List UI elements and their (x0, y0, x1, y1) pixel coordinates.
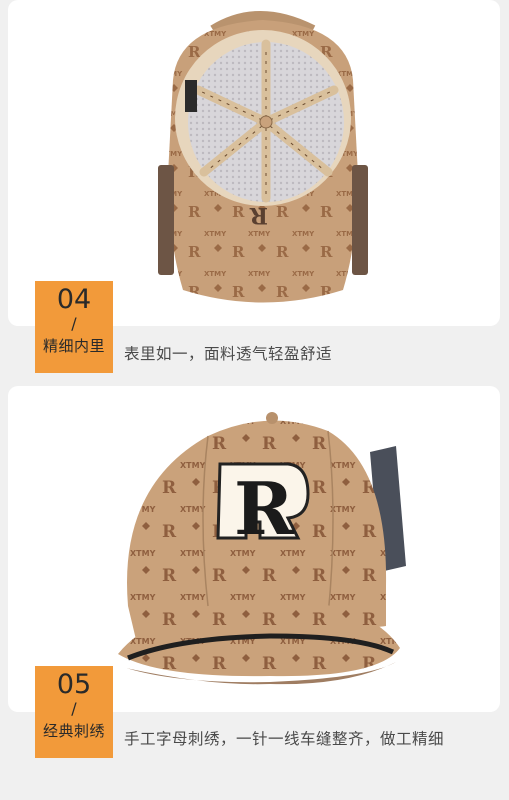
section-description: 表里如一，面料透气轻盈舒适 (124, 345, 333, 363)
section-badge-05: 05 / 经典刺绣 (35, 666, 113, 758)
product-image-card-inner: R XTMY (8, 0, 500, 326)
product-image-card-front: R XTMY R (8, 386, 500, 712)
section-number: 04 (56, 284, 92, 315)
cap-front-image: R XTMY R (118, 412, 406, 685)
section-badge-04: 04 / 精细内里 (35, 281, 113, 373)
section-number: 05 (56, 669, 92, 700)
section-label: 精细内里 (42, 337, 105, 355)
svg-text:R: R (249, 202, 268, 228)
section-slash: / (71, 699, 77, 718)
svg-text:R: R (234, 466, 295, 551)
cap-interior-image: R XTMY (158, 11, 368, 303)
section-description: 手工字母刺绣，一针一线车缝整齐，做工精细 (124, 730, 445, 748)
section-label: 经典刺绣 (42, 722, 105, 740)
section-slash: / (71, 314, 77, 333)
